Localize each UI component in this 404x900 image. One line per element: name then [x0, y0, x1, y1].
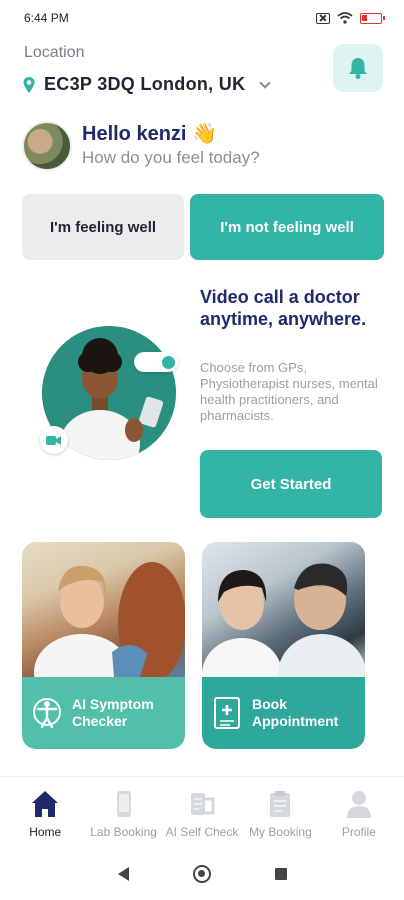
location-value: EC3P 3DQ London, UK: [44, 74, 246, 94]
phone-icon: [116, 791, 131, 817]
person-icon: [346, 791, 371, 818]
nav-label: AI Self Check: [165, 825, 239, 839]
notifications-button[interactable]: [333, 44, 383, 92]
video-call-participants: [134, 352, 178, 372]
nav-item-lab-booking[interactable]: Lab Booking: [84, 777, 162, 848]
nav-label: Lab Booking: [90, 825, 157, 839]
nav-item-my-booking[interactable]: My Booking: [241, 777, 319, 848]
system-nav-bar: [0, 848, 404, 900]
location-label: Location: [24, 44, 85, 61]
nav-label: Profile: [341, 825, 376, 839]
nav-item-ai-self-check[interactable]: AI Self Check: [163, 777, 241, 848]
avatar[interactable]: [22, 121, 72, 171]
location-pin-icon: [23, 76, 35, 93]
home-icon: [32, 791, 59, 817]
status-icons: [316, 12, 385, 24]
not-feeling-well-button[interactable]: I'm not feeling well: [190, 194, 384, 260]
promo-title: Video call a doctor anytime, anywhere.: [200, 287, 367, 329]
nav-item-home[interactable]: Home: [6, 777, 84, 848]
status-time: 6:44 PM: [24, 11, 69, 25]
recent-apps-icon[interactable]: [274, 868, 287, 880]
get-started-button[interactable]: Get Started: [200, 450, 382, 518]
booking-icon: [214, 697, 240, 729]
body-check-icon: [33, 698, 61, 729]
home-button-icon[interactable]: [192, 865, 211, 883]
card-label: AI Symptom Checker: [72, 696, 154, 729]
self-check-icon: [191, 793, 215, 815]
nav-item-profile[interactable]: Profile: [320, 777, 398, 848]
greeting-title: Hello kenzi 👋: [82, 123, 217, 145]
card-band: Book Appointment: [202, 677, 365, 749]
nav-label: My Booking: [249, 825, 312, 839]
card-band: AI Symptom Checker: [22, 677, 185, 749]
location-selector[interactable]: EC3P 3DQ London, UK: [22, 74, 272, 95]
card-photo: [202, 542, 365, 714]
video-camera-icon: [40, 426, 68, 454]
promo-description: Choose from GPs, Physiotherapist nurses,…: [200, 360, 378, 423]
battery-icon: [360, 12, 385, 24]
bottom-nav: Home Lab Booking AI Self Check My Bookin…: [0, 776, 404, 848]
online-indicator: [162, 355, 175, 369]
ai-symptom-checker-card[interactable]: AI Symptom Checker: [22, 542, 185, 749]
bell-icon: [349, 58, 367, 79]
back-icon[interactable]: [117, 867, 129, 881]
status-bar: 6:44 PM: [0, 0, 404, 36]
card-photo: [22, 542, 185, 710]
nav-label: Home: [29, 825, 62, 839]
book-appointment-card[interactable]: Book Appointment: [202, 542, 365, 749]
wifi-icon: [337, 12, 353, 24]
clipboard-icon: [270, 791, 291, 817]
chevron-down-icon: [259, 76, 272, 89]
sim-off-icon: [316, 12, 330, 24]
feeling-well-button[interactable]: I'm feeling well: [22, 194, 184, 260]
greeting-question: How do you feel today?: [82, 148, 260, 167]
card-label: Book Appointment: [252, 696, 339, 729]
